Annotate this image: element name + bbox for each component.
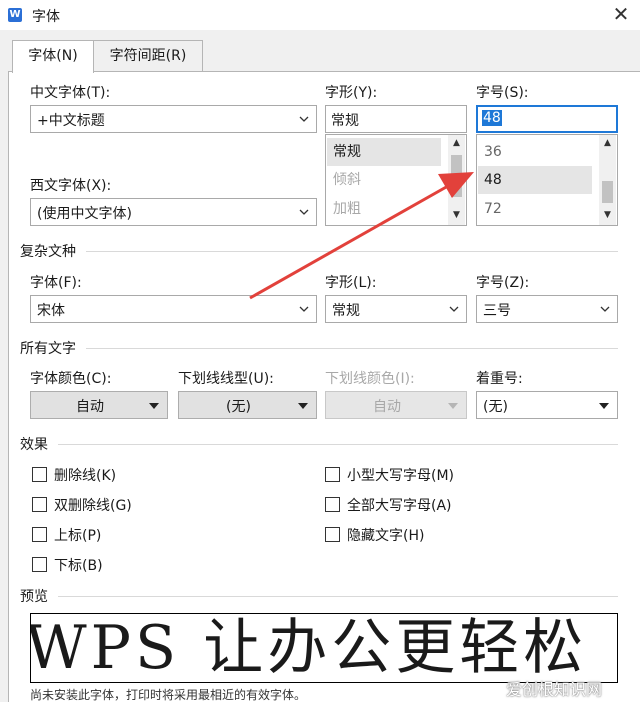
dropdown-arrow-icon bbox=[298, 403, 308, 409]
font-color-value: 自动 bbox=[76, 399, 104, 415]
dropdown-arrow-icon bbox=[149, 403, 159, 409]
chinese-font-label: 中文字体(T): bbox=[30, 85, 111, 101]
font-color-select[interactable]: 自动 bbox=[30, 391, 168, 419]
complex-style-value: 常规 bbox=[332, 303, 360, 319]
style-option-regular[interactable]: 常规 bbox=[327, 138, 441, 166]
preview-heading: 预览 bbox=[20, 589, 48, 605]
western-font-select[interactable]: (使用中文字体) bbox=[30, 198, 317, 226]
size-option-48[interactable]: 48 bbox=[478, 166, 592, 194]
superscript-label[interactable]: 上标(P) bbox=[54, 525, 101, 545]
double-strikethrough-checkbox[interactable] bbox=[32, 497, 47, 512]
strikethrough-label[interactable]: 删除线(K) bbox=[54, 465, 116, 485]
complex-font-label: 字体(F): bbox=[30, 275, 82, 291]
section-divider bbox=[58, 444, 618, 445]
preview-box: WPS 让办公更轻松 bbox=[30, 613, 618, 683]
window-title: 字体 bbox=[32, 9, 60, 25]
complex-size-value: 三号 bbox=[483, 303, 511, 319]
chevron-down-icon bbox=[600, 306, 610, 312]
emphasis-mark-value: (无) bbox=[483, 399, 508, 415]
preview-sample-text: WPS 让办公更轻松 bbox=[30, 613, 588, 683]
scroll-down-icon[interactable]: ▼ bbox=[599, 207, 616, 224]
scroll-up-icon[interactable]: ▲ bbox=[599, 135, 616, 152]
size-scrollbar[interactable]: ▲ ▼ bbox=[599, 135, 616, 225]
chinese-font-value: +中文标题 bbox=[37, 113, 105, 129]
dropdown-arrow-icon bbox=[448, 403, 458, 409]
tab-character-spacing[interactable]: 字符间距(R) bbox=[93, 40, 203, 72]
size-input[interactable]: 48 bbox=[476, 105, 618, 133]
style-option-bold[interactable]: 加粗 bbox=[327, 195, 441, 223]
style-listbox[interactable]: 常规 倾斜 加粗 ▲ ▼ bbox=[325, 134, 467, 226]
font-not-installed-note: 尚未安装此字体，打印时将采用最相近的有效字体。 bbox=[30, 688, 307, 702]
subscript-checkbox[interactable] bbox=[32, 557, 47, 572]
complex-style-select[interactable]: 常规 bbox=[325, 295, 467, 323]
close-icon[interactable]: ✕ bbox=[602, 0, 640, 30]
chevron-down-icon bbox=[299, 306, 309, 312]
underline-type-select[interactable]: (无) bbox=[178, 391, 317, 419]
style-input[interactable]: 常规 bbox=[325, 105, 467, 133]
complex-size-label: 字号(Z): bbox=[476, 275, 530, 291]
chevron-down-icon bbox=[299, 209, 309, 215]
complex-font-value: 宋体 bbox=[37, 303, 65, 319]
chevron-down-icon bbox=[299, 116, 309, 122]
western-font-label: 西文字体(X): bbox=[30, 178, 112, 194]
complex-script-heading: 复杂文种 bbox=[20, 244, 76, 260]
size-option-36[interactable]: 36 bbox=[478, 138, 592, 166]
scrollbar-thumb[interactable] bbox=[451, 155, 462, 197]
emphasis-mark-label: 着重号: bbox=[476, 371, 523, 387]
size-input-value: 48 bbox=[482, 110, 502, 126]
underline-color-value: 自动 bbox=[373, 399, 401, 415]
complex-size-select[interactable]: 三号 bbox=[476, 295, 618, 323]
all-caps-label[interactable]: 全部大写字母(A) bbox=[347, 495, 452, 515]
style-input-value: 常规 bbox=[331, 113, 359, 129]
watermark: 爱创根知识网 bbox=[506, 680, 603, 699]
complex-style-label: 字形(L): bbox=[325, 275, 377, 291]
underline-type-label: 下划线线型(U): bbox=[178, 371, 274, 387]
tab-font[interactable]: 字体(N) bbox=[12, 40, 94, 73]
dropdown-arrow-icon bbox=[599, 403, 609, 409]
scrollbar-thumb[interactable] bbox=[602, 181, 613, 203]
hidden-text-checkbox[interactable] bbox=[325, 527, 340, 542]
double-strikethrough-label[interactable]: 双删除线(G) bbox=[54, 495, 132, 515]
underline-color-label: 下划线颜色(I): bbox=[325, 371, 415, 387]
effects-heading: 效果 bbox=[20, 437, 48, 453]
title-bar: W 字体 ✕ bbox=[0, 0, 640, 30]
size-option-72[interactable]: 72 bbox=[478, 195, 592, 223]
western-font-value: (使用中文字体) bbox=[37, 206, 132, 222]
superscript-checkbox[interactable] bbox=[32, 527, 47, 542]
chinese-font-select[interactable]: +中文标题 bbox=[30, 105, 317, 133]
subscript-label[interactable]: 下标(B) bbox=[54, 555, 103, 575]
style-option-italic[interactable]: 倾斜 bbox=[327, 166, 441, 194]
complex-font-select[interactable]: 宋体 bbox=[30, 295, 317, 323]
small-caps-label[interactable]: 小型大写字母(M) bbox=[347, 465, 454, 485]
style-label: 字形(Y): bbox=[325, 85, 378, 101]
strikethrough-checkbox[interactable] bbox=[32, 467, 47, 482]
all-caps-checkbox[interactable] bbox=[325, 497, 340, 512]
underline-color-select[interactable]: 自动 bbox=[325, 391, 467, 419]
emphasis-mark-select[interactable]: (无) bbox=[476, 391, 618, 419]
small-caps-checkbox[interactable] bbox=[325, 467, 340, 482]
all-text-heading: 所有文字 bbox=[20, 341, 76, 357]
wps-writer-icon: W bbox=[8, 8, 22, 22]
size-listbox[interactable]: 36 48 72 ▲ ▼ bbox=[476, 134, 618, 226]
scroll-up-icon[interactable]: ▲ bbox=[448, 135, 465, 152]
section-divider bbox=[58, 596, 618, 597]
section-divider bbox=[86, 251, 618, 252]
hidden-text-label[interactable]: 隐藏文字(H) bbox=[347, 525, 424, 545]
chevron-down-icon bbox=[449, 306, 459, 312]
section-divider bbox=[86, 348, 618, 349]
font-color-label: 字体颜色(C): bbox=[30, 371, 112, 387]
underline-type-value: (无) bbox=[226, 399, 251, 415]
scroll-down-icon[interactable]: ▼ bbox=[448, 207, 465, 224]
style-scrollbar[interactable]: ▲ ▼ bbox=[448, 135, 465, 225]
size-label: 字号(S): bbox=[476, 85, 529, 101]
